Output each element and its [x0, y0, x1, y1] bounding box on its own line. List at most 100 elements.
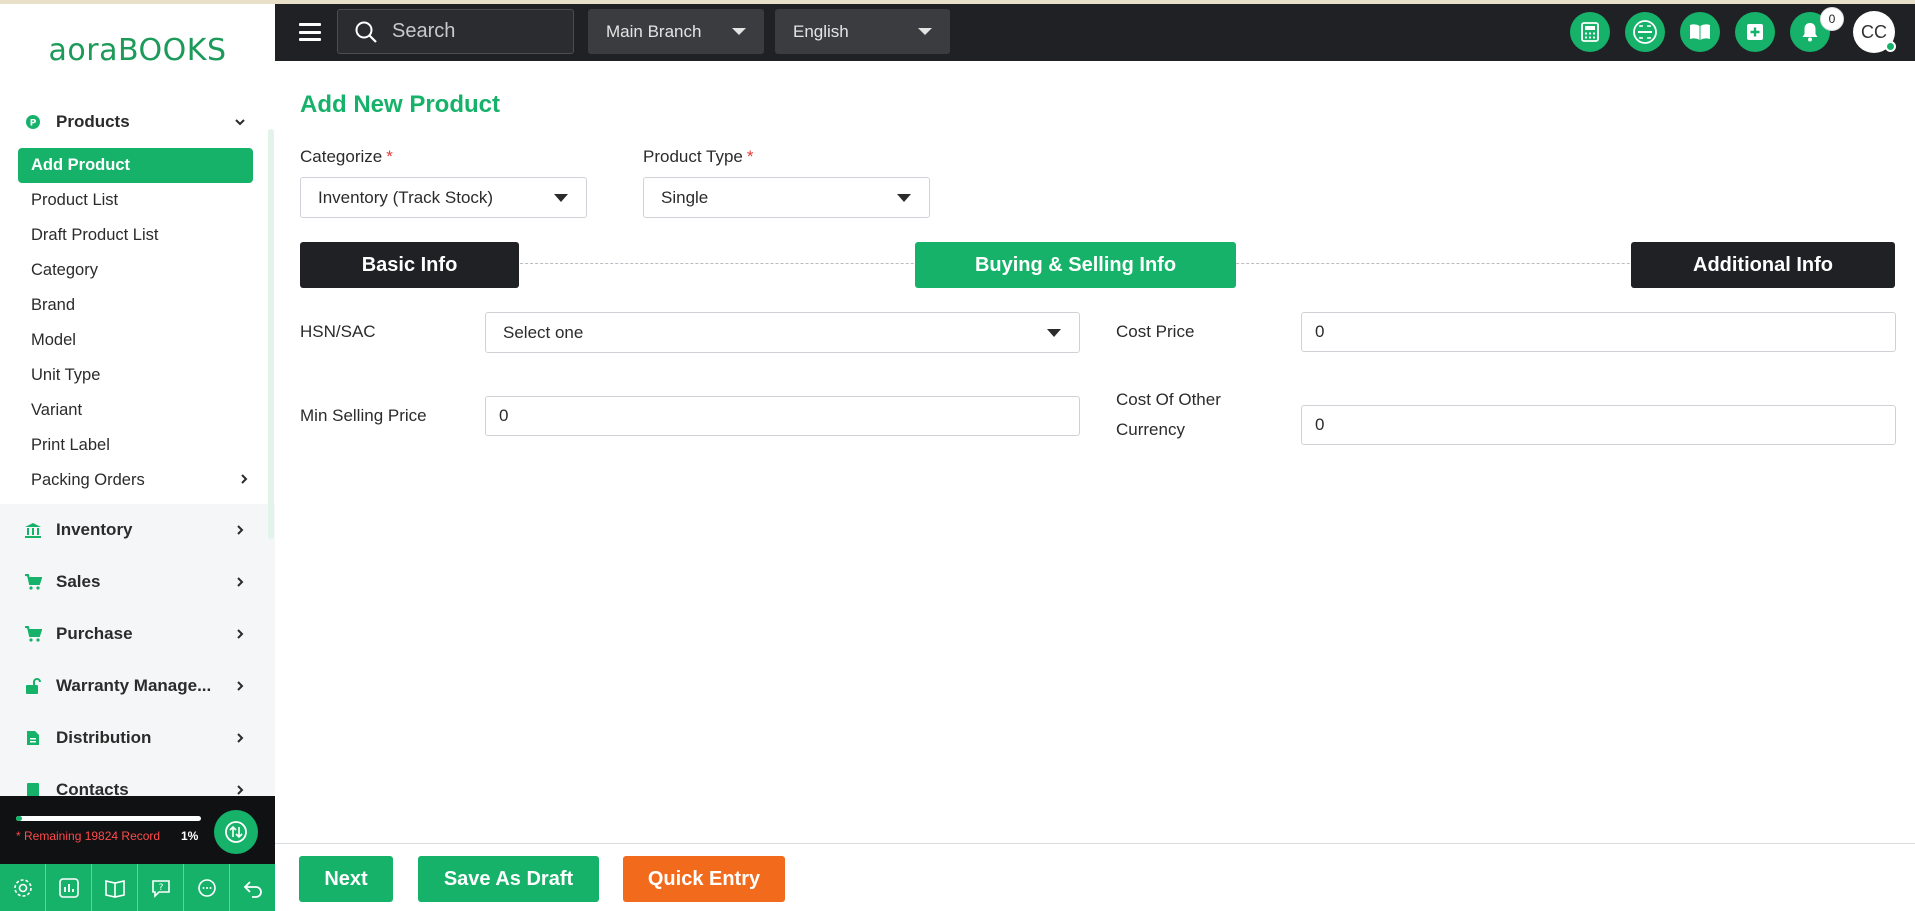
- caret-down-icon: [554, 194, 568, 202]
- cart-icon: [24, 625, 42, 643]
- swap-icon[interactable]: [214, 810, 258, 854]
- sidebar-item-label: Model: [31, 331, 76, 349]
- sidebar-footer: * Remaining 19824 Record 1% ?: [0, 796, 275, 911]
- plus-square-icon[interactable]: [1735, 12, 1775, 52]
- bank-icon: [24, 521, 42, 539]
- chevron-right-icon: [233, 627, 247, 641]
- sidebar-section-sales[interactable]: Sales: [0, 556, 275, 608]
- products-submenu: Add Product Product List Draft Product L…: [0, 148, 275, 504]
- branch-select[interactable]: Main Branch: [588, 9, 764, 54]
- sidebar-item-brand[interactable]: Brand: [18, 288, 253, 323]
- caret-down-icon: [918, 28, 932, 35]
- notification-count-badge: 0: [1820, 7, 1844, 31]
- svg-text:P: P: [30, 119, 37, 129]
- topbar: Main Branch English 0 CC: [275, 4, 1915, 61]
- categorize-select-value: Inventory (Track Stock): [318, 187, 494, 207]
- sidebar-section-purchase[interactable]: Purchase: [0, 608, 275, 660]
- sidebar-item-packing-orders[interactable]: Packing Orders: [18, 463, 253, 498]
- chevron-right-icon: [233, 523, 247, 537]
- sidebar-item-add-product[interactable]: Add Product: [18, 148, 253, 183]
- sidebar-section-warranty[interactable]: Warranty Manage...: [0, 660, 275, 712]
- record-progress-fill: [16, 816, 22, 821]
- save-as-draft-button[interactable]: Save As Draft: [418, 856, 599, 902]
- hamburger-menu-icon[interactable]: [299, 23, 321, 41]
- sidebar-item-product-list[interactable]: Product List: [18, 183, 253, 218]
- product-type-select[interactable]: Single: [643, 177, 930, 218]
- contacts-icon: [24, 781, 42, 796]
- chat-icon[interactable]: [184, 864, 230, 911]
- svg-text:?: ?: [158, 883, 163, 893]
- book-open-icon[interactable]: [1680, 12, 1720, 52]
- sidebar-section-label: Sales: [56, 572, 101, 591]
- logo-suffix: BOOKS: [117, 32, 227, 68]
- scan-icon[interactable]: [1625, 12, 1665, 52]
- sidebar-item-label: Add Product: [31, 156, 130, 174]
- sidebar-section-distribution[interactable]: Distribution: [0, 712, 275, 764]
- sidebar-section-inventory[interactable]: Inventory: [0, 504, 275, 556]
- min-selling-price-input[interactable]: 0: [485, 396, 1080, 436]
- settings-icon[interactable]: [0, 864, 46, 911]
- remaining-percent: 1%: [181, 829, 199, 843]
- sidebar-section-products[interactable]: P Products: [0, 96, 275, 148]
- categorize-select[interactable]: Inventory (Track Stock): [300, 177, 587, 218]
- sidebar-item-label: Variant: [31, 401, 83, 419]
- search-input[interactable]: [392, 20, 542, 43]
- sidebar-item-label: Brand: [31, 296, 76, 314]
- step-basic-info[interactable]: Basic Info: [300, 242, 519, 288]
- online-status-dot: [1885, 41, 1896, 52]
- branch-select-value: Main Branch: [606, 21, 702, 41]
- sidebar-item-model[interactable]: Model: [18, 323, 253, 358]
- record-progress-bar: [16, 816, 201, 821]
- hsn-select-value: Select one: [503, 322, 584, 342]
- sidebar-section-label: Distribution: [56, 728, 152, 747]
- next-button[interactable]: Next: [299, 856, 393, 902]
- categorize-label-text: Categorize: [300, 147, 383, 166]
- undo-icon[interactable]: [230, 864, 275, 911]
- sidebar-item-category[interactable]: Category: [18, 253, 253, 288]
- sidebar-scrollbar[interactable]: [268, 129, 274, 539]
- cost-price-label: Cost Price: [1116, 322, 1195, 341]
- sidebar-section-contacts[interactable]: Contacts: [0, 764, 275, 796]
- sidebar-section-label: Warranty Manage...: [56, 676, 212, 695]
- cost-other-currency-input[interactable]: 0: [1301, 405, 1896, 445]
- chevron-right-icon: [233, 575, 247, 589]
- sidebar-item-print-label[interactable]: Print Label: [18, 428, 253, 463]
- categorize-label: Categorize *: [300, 147, 393, 167]
- language-select[interactable]: English: [775, 9, 950, 54]
- help-icon[interactable]: ?: [138, 864, 184, 911]
- step-buying-selling-info[interactable]: Buying & Selling Info: [915, 242, 1236, 288]
- sidebar-item-label: Unit Type: [31, 366, 101, 384]
- sidebar-item-unit-type[interactable]: Unit Type: [18, 358, 253, 393]
- product-type-label: Product Type *: [643, 147, 753, 167]
- sidebar-section-label: Products: [56, 112, 130, 131]
- caret-down-icon: [897, 194, 911, 202]
- sidebar-item-variant[interactable]: Variant: [18, 393, 253, 428]
- caret-down-icon: [732, 28, 746, 35]
- calculator-icon[interactable]: [1570, 12, 1610, 52]
- sidebar-section-label: Inventory: [56, 520, 133, 539]
- document-icon: [24, 729, 42, 747]
- required-mark: *: [386, 147, 393, 166]
- form-actions-bar: Next Save As Draft Quick Entry: [275, 843, 1915, 911]
- chevron-right-icon: [233, 679, 247, 693]
- sidebar-item-draft-product-list[interactable]: Draft Product List: [18, 218, 253, 253]
- chart-icon[interactable]: [46, 864, 92, 911]
- language-select-value: English: [793, 21, 849, 41]
- book-icon[interactable]: [92, 864, 138, 911]
- step-additional-info[interactable]: Additional Info: [1631, 242, 1895, 288]
- products-icon: P: [24, 113, 42, 131]
- cart-icon: [24, 573, 42, 591]
- cost-other-currency-label-line1: Cost Of Other: [1116, 390, 1221, 409]
- cost-other-currency-label: Cost Of Other Currency: [1116, 390, 1221, 461]
- logo-text: aoraBOOKS: [49, 33, 227, 68]
- cost-price-input[interactable]: 0: [1301, 312, 1896, 352]
- remaining-records-text: * Remaining 19824 Record: [16, 829, 161, 843]
- search-icon: [354, 20, 378, 44]
- search-box[interactable]: [337, 9, 574, 54]
- app-logo[interactable]: aoraBOOKS: [0, 4, 275, 96]
- quick-entry-button[interactable]: Quick Entry: [623, 856, 785, 902]
- sidebar-item-label: Product List: [31, 191, 119, 209]
- hsn-select[interactable]: Select one: [485, 312, 1080, 353]
- main-content: Add New Product Categorize * Inventory (T…: [275, 61, 1915, 843]
- cost-other-currency-label-line2: Currency: [1116, 420, 1185, 439]
